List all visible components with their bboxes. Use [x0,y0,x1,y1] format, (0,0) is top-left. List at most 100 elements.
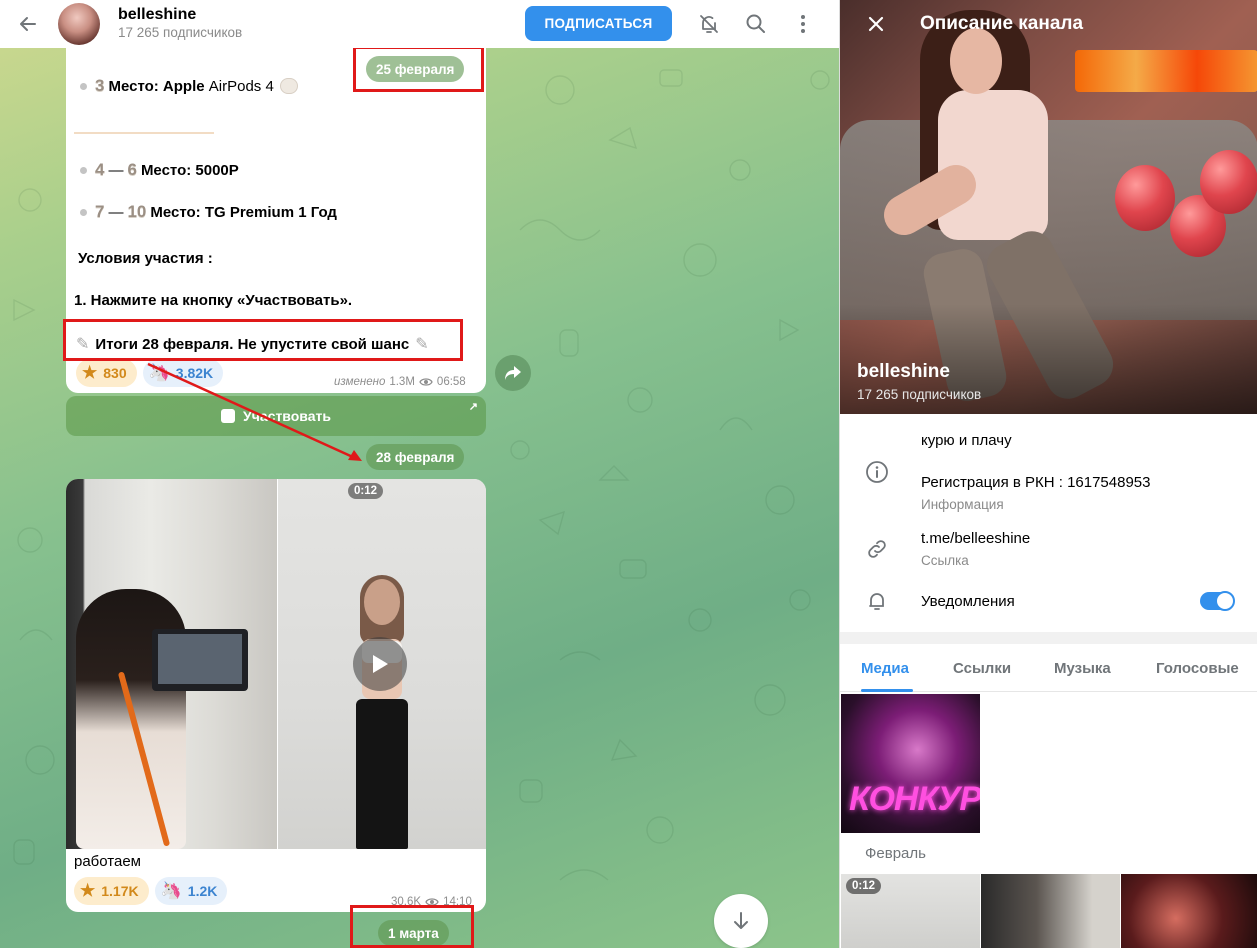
cover-subscriber-count: 17 265 подписчиков [857,387,982,402]
conditions-title: Условия участия : [78,250,213,267]
search-button[interactable] [742,10,770,38]
share-button[interactable] [495,355,531,391]
info-icon [864,459,890,485]
media-tile-konkurs[interactable]: КОНКУРС [841,694,980,833]
media-tile-photo[interactable] [981,874,1120,948]
month-label: Февраль [865,845,926,862]
info-circle-icon [866,461,888,483]
prize-7-10-text: Место: TG Premium 1 Год [150,203,337,221]
reaction-unicorn[interactable]: 🦄 1.2K [154,877,228,905]
tile-duration: 0:12 [846,878,882,894]
media-tile-photo[interactable] [1121,874,1257,948]
bell-icon [864,588,890,614]
back-arrow-icon [20,17,36,31]
tab-media[interactable]: Медиа [861,660,909,677]
bullet-icon [80,82,87,90]
video-caption: работаем [74,853,141,870]
panel-title: Описание канала [920,13,1084,34]
number-7-emoji-icon: 7 [95,202,105,221]
search-icon [746,14,765,33]
media-tile-video[interactable]: 0:12 [841,874,980,948]
tab-music[interactable]: Музыка [1054,660,1111,677]
reaction-count: 830 [103,365,127,381]
participate-label: Участвовать [243,408,331,424]
more-button[interactable] [789,10,817,38]
reaction-count: 1.17K [101,883,139,899]
annotation-box-results [63,319,463,361]
subscribe-button[interactable]: ПОДПИСАТЬСЯ [525,6,672,41]
message-time: 06:58 [436,376,466,388]
airpods-emoji-icon [279,78,298,94]
link-row[interactable]: t.me/belleeshine Ссылка [840,526,1257,582]
cover-balloon [1115,165,1175,231]
reaction-star[interactable]: ★ 1.17K [74,877,149,905]
tab-links[interactable]: Ссылки [953,660,1011,677]
play-button[interactable] [353,637,407,691]
link-label: Ссылка [921,553,969,568]
notifications-label: Уведомления [921,593,1015,610]
chat-pane: belleshine 17 265 подписчиков ПОДПИСАТЬС… [0,0,839,948]
notifications-toggle[interactable] [1200,591,1235,611]
date-pill-feb28: 28 февраля [366,444,465,470]
text-divider [74,132,214,134]
tab-voice[interactable]: Голосовые [1156,660,1239,677]
close-button[interactable] [848,0,904,48]
description-label: Информация [921,497,1004,512]
description-row[interactable]: курю и плачу Регистрация в РКН : 1617548… [840,414,1257,526]
reaction-count: 3.82K [175,365,214,381]
channel-avatar[interactable] [58,3,100,45]
notifications-row[interactable]: Уведомления [840,582,1257,622]
condition-1: 1. Нажмите на кнопку «Участвовать». [74,292,352,309]
participate-button[interactable]: Участвовать ↗ [66,396,486,436]
video-figure [348,575,416,849]
reactions: ★ 830 🦄 3.82K [76,359,224,387]
channel-info[interactable]: belleshine 17 265 подписчиков [118,6,242,42]
unicorn-icon: 🦄 [160,881,182,900]
cover-fireplace [1075,50,1257,92]
reaction-star[interactable]: ★ 830 [76,359,137,387]
prize-line-4-6: 4 — 6 Место: 5000Р [74,160,239,180]
prize-line-3: 3 Место: Apple AirPods 4 [74,76,298,96]
toggle-knob [1215,591,1235,611]
eye-icon [419,378,433,386]
cover-balloon [1200,150,1257,214]
star-icon: ★ [80,881,96,900]
bullet-icon [80,208,87,216]
figure-pants [356,699,408,849]
bell-off-icon [700,15,718,33]
prize-4-6-text: Место: 5000Р [140,161,239,179]
reaction-count: 1.2K [187,883,218,899]
description-line-1: курю и плачу [921,432,1012,449]
external-link-icon: ↗ [468,401,478,413]
more-vertical-icon [801,15,805,33]
chain-link-icon [868,540,886,558]
edited-label: изменено [334,376,386,388]
chat-header: belleshine 17 265 подписчиков ПОДПИСАТЬС… [0,0,839,48]
photo-laptop-screen [158,634,242,684]
konkurs-tile-text: КОНКУРС [849,780,980,818]
play-icon [373,655,388,673]
channel-info-panel: Описание канала belleshine 17 265 подпис… [839,0,1257,948]
media-tabs: Медиа Ссылки Музыка Голосовые [840,644,1257,692]
conditions-title-text: Условия участия : [78,250,213,267]
description-line-2: Регистрация в РКН : 1617548953 [921,474,1151,491]
star-icon: ★ [82,363,98,382]
panel-header: Описание канала [840,0,1257,48]
mute-button[interactable] [695,10,723,38]
video-message[interactable]: 0:12 работаем ★ 1.17K 🦄 1.2K 30.6K 14:10 [66,479,486,912]
link-icon [864,536,890,562]
channel-name: belleshine [118,6,197,23]
notification-bell-icon [869,593,884,610]
scroll-down-button[interactable] [714,894,768,948]
channel-cover-photo [840,0,1257,414]
photo-workspace[interactable] [66,479,277,849]
close-icon [868,16,884,32]
reaction-unicorn[interactable]: 🦄 3.82K [142,359,224,387]
number-10-emoji-icon: 10 [127,202,147,221]
annotation-box-date [353,46,484,92]
number-3-emoji-icon: 3 [95,76,105,95]
section-separator [840,632,1257,644]
number-6-emoji-icon: 6 [127,160,137,179]
share-arrow-icon [505,366,521,380]
back-button[interactable] [0,0,56,48]
